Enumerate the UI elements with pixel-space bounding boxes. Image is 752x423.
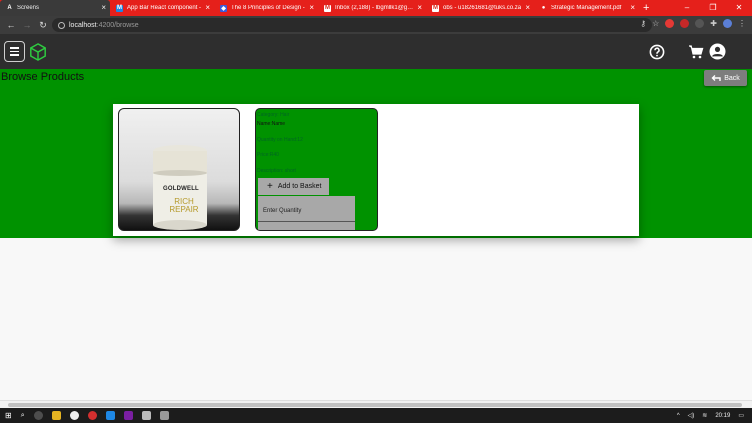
menu-icon [10, 50, 19, 53]
url-path: :4200/browse [96, 21, 139, 29]
back-button[interactable]: Back [704, 70, 747, 86]
product-image-name: RICH REPAIR [169, 197, 199, 214]
add-to-basket-button[interactable]: + Add to Basket [258, 178, 329, 195]
app-toolbar [0, 34, 752, 69]
tab-title: The 8 Principles of Design - [231, 5, 305, 11]
profile-avatar-icon[interactable] [723, 19, 732, 28]
product-brand: GOLDWELL [163, 186, 199, 192]
tab-title: Inbox (2,188) - lbgmllk1@gm... [335, 5, 414, 11]
taskview-icon[interactable] [33, 411, 43, 420]
pdf-favicon-icon: ● [541, 5, 546, 11]
add-icon: + [267, 180, 273, 192]
browser-tab-app-bar[interactable]: M App Bar React component - × [110, 0, 214, 16]
browser-tab-obs[interactable]: M obs - u18261681@tuks.co.za × [426, 0, 534, 16]
vscode-icon[interactable] [105, 411, 115, 420]
search-icon[interactable]: ⌕ [21, 412, 25, 420]
close-window-icon[interactable]: ✕ [726, 0, 752, 16]
opera-icon[interactable] [87, 411, 97, 420]
quantity-input-underline [258, 221, 355, 222]
close-tab-icon[interactable]: × [101, 4, 106, 12]
chevron-up-icon[interactable]: ^ [677, 413, 680, 419]
account-icon[interactable] [709, 43, 726, 60]
quantity-input-placeholder: Enter Quantity [263, 208, 302, 214]
product-name: Name:Name [257, 121, 286, 127]
page-title: Browse Products [1, 71, 85, 83]
cart-icon[interactable] [688, 44, 704, 60]
puzzle-icon[interactable]: ✚ [710, 19, 717, 28]
extension-shield-icon[interactable] [680, 19, 690, 28]
browser-tab-principles[interactable]: ◆ The 8 Principles of Design - × [214, 0, 318, 16]
chrome-icon[interactable] [69, 411, 79, 420]
horizontal-scrollbar[interactable] [0, 400, 752, 408]
tab-favicon-icon: ◆ [220, 4, 227, 12]
windows-start-icon[interactable]: ⊞ [5, 411, 12, 420]
url-input[interactable]: localhost:4200/browse [52, 18, 652, 32]
back-arrow-icon [711, 75, 721, 81]
close-tab-icon[interactable]: × [630, 4, 635, 12]
site-info-icon[interactable] [58, 21, 65, 29]
menu-button[interactable] [4, 41, 25, 62]
browser-tab-strip: A Screens × M App Bar React component - … [0, 0, 752, 16]
more-vert-icon[interactable]: ⋮ [738, 19, 746, 28]
extension-red-icon[interactable] [665, 19, 675, 28]
minimize-icon[interactable]: – [674, 0, 700, 16]
gmail-favicon-icon: M [324, 4, 331, 12]
product-description: Description: short [257, 168, 296, 174]
settings-icon[interactable] [159, 411, 169, 420]
product-details-panel: Category: Hair Name:Name Quantity on Han… [255, 108, 378, 231]
extensions-bar: ⚷ ☆ ✚ ⋮ [640, 19, 746, 28]
browser-tab-strategic[interactable]: ● Strategic Management.pdf × [534, 0, 639, 16]
gmail-favicon-icon: M [432, 4, 439, 12]
browser-address-bar: ← → ↻ localhost:4200/browse ⚷ ☆ ✚ ⋮ [0, 16, 752, 34]
tab-favicon-icon: A [7, 5, 12, 11]
close-tab-icon[interactable]: × [205, 4, 210, 12]
browser-tab-inbox[interactable]: M Inbox (2,188) - lbgmllk1@gm... × [318, 0, 426, 16]
product-price: Price:R40 [257, 152, 279, 158]
visual-studio-icon[interactable] [123, 411, 133, 420]
clock[interactable]: 20:19 [715, 413, 730, 419]
new-tab-button[interactable]: + [643, 0, 649, 16]
maximize-icon[interactable]: ❐ [700, 0, 726, 16]
window-controls: – ❐ ✕ [674, 0, 752, 16]
scrollbar-thumb[interactable] [8, 403, 742, 407]
bookmark-star-icon[interactable]: ☆ [652, 19, 659, 28]
close-tab-icon[interactable]: × [309, 4, 314, 12]
key-icon[interactable]: ⚷ [640, 19, 646, 28]
tab-title: obs - u18261681@tuks.co.za [443, 5, 522, 11]
product-category: Category: Hair [257, 112, 290, 118]
tab-title: Strategic Management.pdf [551, 5, 622, 11]
cube-logo-icon[interactable] [29, 43, 47, 61]
tab-title: Screens [17, 5, 40, 11]
menu-icon [10, 54, 19, 56]
product-image[interactable]: GOLDWELL RICH REPAIR [118, 108, 240, 231]
notifications-icon[interactable]: ▭ [738, 412, 744, 419]
extension-grid-icon[interactable] [695, 19, 705, 28]
reload-icon[interactable]: ↻ [35, 20, 51, 31]
windows-taskbar: ⊞ ⌕ ^ ◁) ≋ 20:19 ▭ [0, 408, 752, 423]
system-tray: ^ ◁) ≋ 20:19 ▭ [677, 408, 744, 423]
back-button-label: Back [724, 74, 740, 82]
forward-arrow-icon[interactable]: → [19, 20, 35, 30]
menu-icon [10, 47, 19, 49]
wifi-icon[interactable]: ≋ [702, 412, 707, 419]
close-tab-icon[interactable]: × [525, 4, 530, 12]
quantity-input[interactable]: Enter Quantity [258, 196, 355, 230]
product-quantity: Quantity on Hand:12 [257, 137, 303, 143]
add-to-basket-label: Add to Basket [277, 183, 322, 190]
tab-favicon-icon: M [116, 4, 123, 12]
speaker-icon[interactable]: ◁) [688, 412, 695, 419]
url-host: localhost [69, 21, 97, 29]
back-arrow-icon[interactable]: ← [3, 20, 19, 30]
help-icon[interactable] [649, 44, 665, 60]
browser-tab-screens[interactable]: A Screens × [0, 0, 110, 16]
close-tab-icon[interactable]: × [417, 4, 422, 12]
tab-title: App Bar React component - [127, 5, 202, 11]
file-explorer-icon[interactable] [51, 411, 61, 420]
app-icon[interactable] [141, 411, 151, 420]
